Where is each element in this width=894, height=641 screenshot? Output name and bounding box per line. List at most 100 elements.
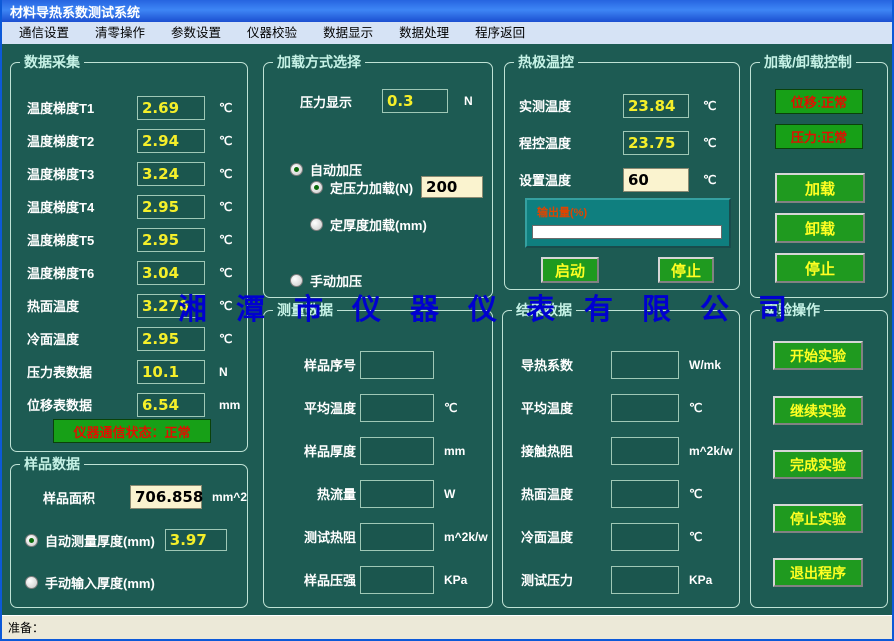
field-label: 样品压强 (284, 570, 356, 589)
sample-thickness-display (360, 437, 434, 465)
title-bar: 材料导热系数测试系统 (2, 0, 892, 22)
radio-icon (310, 181, 323, 194)
unit-label: W (444, 487, 455, 501)
unit-label: ℃ (219, 134, 232, 148)
field-label: 测试热阻 (284, 527, 356, 546)
hot-row-programmed-temp: 程控温度 23.75 ℃ (519, 124, 739, 161)
output-power-panel: 输出量(%) (525, 198, 731, 248)
stop-experiment-button[interactable]: 停止实验 (773, 504, 863, 533)
unit-label: ℃ (703, 173, 716, 187)
field-label: 热面温度 (27, 296, 137, 315)
hot-row-set-temp: 设置温度 60 ℃ (519, 161, 739, 198)
unit-label: KPa (444, 573, 467, 587)
field-label: 实测温度 (519, 96, 623, 115)
continue-experiment-button[interactable]: 继续实验 (773, 396, 863, 425)
unit-label: mm^2 (212, 490, 247, 504)
programmed-temp-display: 23.75 (623, 131, 689, 155)
t5-display: 2.95 (137, 228, 205, 252)
start-experiment-button[interactable]: 开始实验 (773, 341, 863, 370)
radio-label: 自动测量厚度(mm) (45, 531, 155, 550)
sample-no-field[interactable] (360, 351, 434, 379)
constant-pressure-field[interactable]: 200 (421, 176, 483, 198)
field-label: 样品面积 (43, 488, 130, 507)
panel-title: 加载方式选择 (273, 54, 365, 70)
sample-area-field[interactable]: 706.858 (130, 485, 202, 509)
menu-item-parameter-settings[interactable]: 参数设置 (158, 22, 234, 44)
result-avg-temp-display (611, 394, 679, 422)
heat-flow-display (360, 480, 434, 508)
menu-item-instrument-calibration[interactable]: 仪器校验 (234, 22, 310, 44)
stop-load-button[interactable]: 停止 (775, 253, 865, 283)
radio-manual-pressurize[interactable]: 手动加压 (290, 271, 492, 289)
test-pressure-display (611, 566, 679, 594)
result-row-avg-temp: 平均温度 ℃ (521, 386, 739, 429)
set-temp-field[interactable]: 60 (623, 168, 689, 192)
heater-start-button[interactable]: 启动 (541, 257, 599, 283)
unit-label: ℃ (689, 487, 702, 501)
t3-display: 3.24 (137, 162, 205, 186)
radio-label: 定压力加载(N) (330, 178, 413, 197)
acq-row-cold-face: 冷面温度 2.95 ℃ (27, 322, 247, 355)
field-label: 样品厚度 (284, 441, 356, 460)
unit-label: ℃ (444, 401, 457, 415)
unit-label: m^2k/w (444, 530, 488, 544)
field-label: 平均温度 (284, 398, 356, 417)
unload-button[interactable]: 卸载 (775, 213, 865, 243)
field-label: 压力显示 (300, 92, 382, 111)
result-row-cold-face-temp: 冷面温度 ℃ (521, 515, 739, 558)
menu-item-zero-operation[interactable]: 清零操作 (82, 22, 158, 44)
radio-label: 自动加压 (310, 160, 362, 179)
load-button[interactable]: 加载 (775, 173, 865, 203)
panel-title: 热极温控 (514, 54, 578, 70)
field-label: 热流量 (284, 484, 356, 503)
field-label: 位移表数据 (27, 395, 137, 414)
unit-label: ℃ (689, 401, 702, 415)
measure-row-heat-flow: 热流量 W (284, 472, 492, 515)
result-row-conductivity: 导热系数 W/mk (521, 343, 739, 386)
menu-bar: 通信设置 清零操作 参数设置 仪器校验 数据显示 数据处理 程序返回 (2, 22, 892, 44)
menu-item-communication-settings[interactable]: 通信设置 (6, 22, 82, 44)
measured-temp-display: 23.84 (623, 94, 689, 118)
menu-item-data-display[interactable]: 数据显示 (310, 22, 386, 44)
field-label: 热面温度 (521, 484, 607, 503)
radio-constant-thickness-load[interactable]: 定厚度加载(mm) (310, 215, 492, 233)
unit-label: ℃ (219, 332, 232, 346)
radio-manual-thickness[interactable]: 手动输入厚度(mm) (25, 573, 247, 591)
unit-label: KPa (689, 573, 712, 587)
hot-row-measured-temp: 实测温度 23.84 ℃ (519, 87, 739, 124)
avg-temp-display (360, 394, 434, 422)
field-label: 温度梯度T2 (27, 131, 137, 150)
t4-display: 2.95 (137, 195, 205, 219)
panel-experiment-operations: 实验操作 开始实验 继续实验 完成实验 停止实验 退出程序 (750, 310, 888, 608)
heater-stop-button[interactable]: 停止 (658, 257, 714, 283)
pressure-display: 0.3 (382, 89, 448, 113)
menu-item-data-processing[interactable]: 数据处理 (386, 22, 462, 44)
finish-experiment-button[interactable]: 完成实验 (773, 450, 863, 479)
field-label: 导热系数 (521, 355, 607, 374)
contact-resistance-display (611, 437, 679, 465)
measure-row-sample-thickness: 样品厚度 mm (284, 429, 492, 472)
acq-row-t1: 温度梯度T1 2.69 ℃ (27, 91, 247, 124)
field-label: 设置温度 (519, 170, 623, 189)
radio-constant-pressure-load[interactable]: 定压力加载(N) 200 (310, 176, 492, 198)
unit-label: m^2k/w (689, 444, 733, 458)
client-area: 数据采集 温度梯度T1 2.69 ℃ 温度梯度T2 2.94 ℃ 温度梯度T3 … (2, 44, 892, 615)
menu-item-program-return[interactable]: 程序返回 (462, 22, 538, 44)
field-label: 程控温度 (519, 133, 623, 152)
app-window: 材料导热系数测试系统 通信设置 清零操作 参数设置 仪器校验 数据显示 数据处理… (0, 0, 894, 641)
panel-title: 结果数据 (512, 302, 576, 318)
radio-auto-thickness[interactable]: 自动测量厚度(mm) 3.97 (25, 529, 247, 551)
unit-label: N (219, 365, 228, 379)
field-label: 压力表数据 (27, 362, 137, 381)
acq-row-t5: 温度梯度T5 2.95 ℃ (27, 223, 247, 256)
output-progress-bar (532, 225, 722, 239)
radio-label: 手动输入厚度(mm) (45, 573, 155, 592)
result-row-test-pressure: 测试压力 KPa (521, 558, 739, 601)
exit-program-button[interactable]: 退出程序 (773, 558, 863, 587)
hot-face-display: 3.278 (137, 294, 205, 318)
pressure-display-row: 压力显示 0.3 N (264, 89, 492, 113)
sample-pressure-display (360, 566, 434, 594)
field-label: 冷面温度 (27, 329, 137, 348)
acq-row-pressure-gauge: 压力表数据 10.1 N (27, 355, 247, 388)
field-label: 测试压力 (521, 570, 607, 589)
